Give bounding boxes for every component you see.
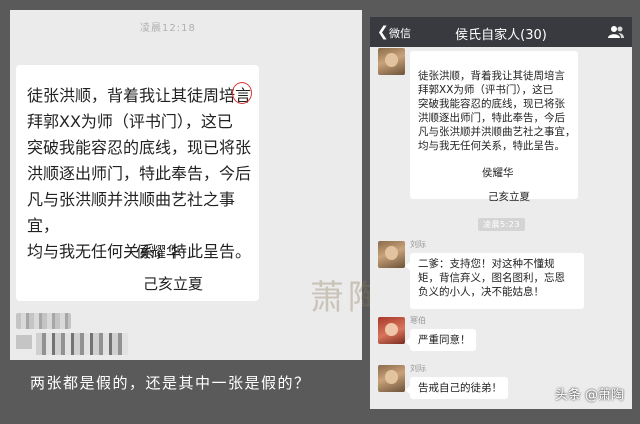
- people-icon[interactable]: [608, 25, 624, 39]
- caption-question: 两张都是假的，还是其中一张是假的？: [30, 374, 311, 392]
- chat-title: 侯氏自家人(30): [455, 28, 547, 43]
- blurred-sender: [16, 313, 71, 329]
- chat-signature-date: 己亥立夏: [488, 191, 530, 203]
- blurred-avatar: [16, 335, 32, 349]
- right-screenshot: ❮ 微信 侯氏自家人(30) 徒张洪顺，背着我让其徒周培言 拜郭XX为师（评书门…: [370, 17, 632, 409]
- blurred-message: [36, 333, 128, 355]
- chat-message-bubble: 徒张洪顺，背着我让其徒周培言 拜郭XX为师（评书门），这已 突破我能容忍的底线，…: [410, 51, 578, 203]
- chat-message-bubble: 二爹：支持您！对这种不懂规 矩，背信弃义，图名图利，忘恩 负义的小人，决不能姑息…: [405, 253, 584, 309]
- brand-watermark: 头条 @萧陶: [554, 388, 624, 403]
- avatar[interactable]: [378, 317, 405, 344]
- avatar[interactable]: [378, 48, 405, 75]
- left-signature-name: 侯耀华: [136, 243, 182, 261]
- left-signature-date: 己亥立夏: [143, 275, 204, 293]
- time-divider: 凌晨5:23: [478, 218, 525, 231]
- red-highlight-circle: [232, 82, 252, 104]
- avatar[interactable]: [378, 365, 405, 392]
- left-message-bubble: 徒张洪顺，背着我让其徒周培言 拜郭XX为师（评书门），这已 突破我能容忍的底线，…: [16, 65, 259, 301]
- avatar[interactable]: [378, 241, 405, 268]
- sender-name: 刘际: [410, 240, 426, 249]
- sender-name: 寒伯: [410, 316, 426, 325]
- chat-message-bubble: 严重同意！: [405, 329, 476, 351]
- chat-message-bubble: 告戒自己的徒弟！: [405, 377, 508, 399]
- chat-message-text: 徒张洪顺，背着我让其徒周培言 拜郭XX为师（评书门），这已 突破我能容忍的底线，…: [418, 70, 576, 152]
- sender-name: 刘际: [410, 364, 426, 373]
- chat-nav-bar: ❮ 微信 侯氏自家人(30): [370, 17, 632, 47]
- left-message-text: 徒张洪顺，背着我让其徒周培言 拜郭XX为师（评书门），这已 突破我能容忍的底线，…: [27, 86, 252, 261]
- chat-signature-name: 侯耀华: [482, 167, 514, 179]
- left-timestamp: 凌晨12:18: [140, 23, 196, 34]
